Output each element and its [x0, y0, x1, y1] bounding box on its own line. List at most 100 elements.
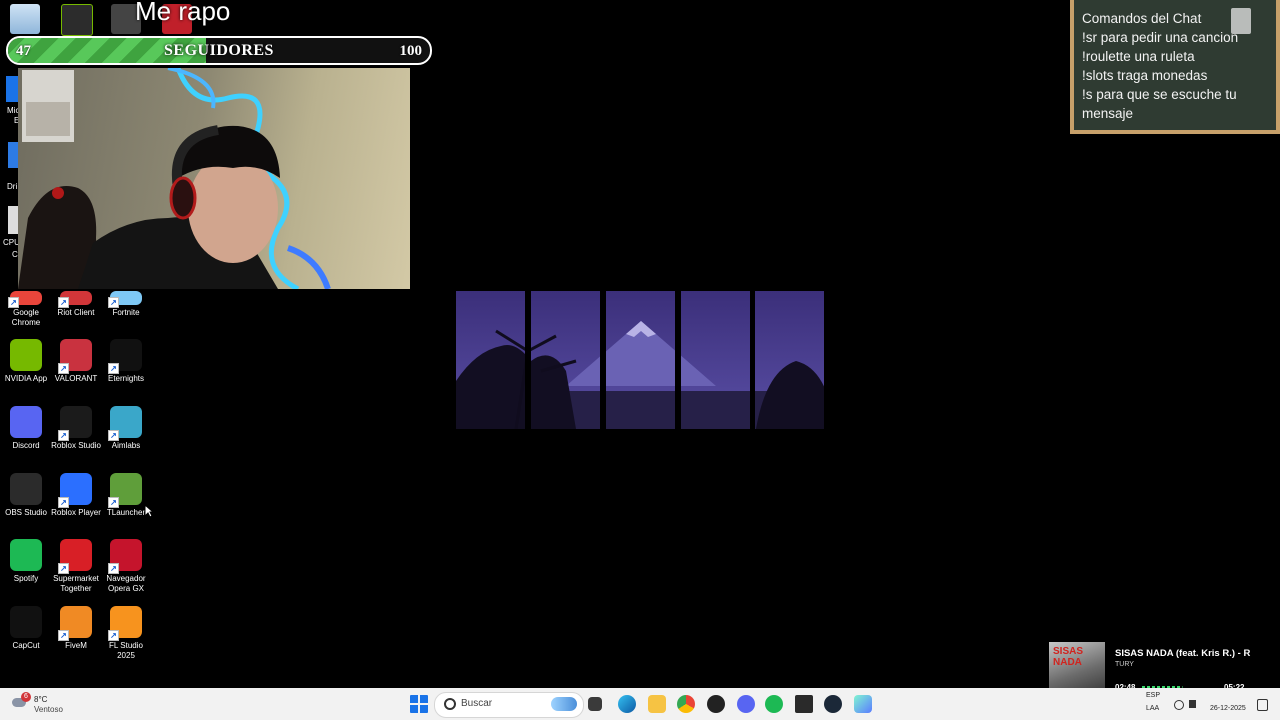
streamlabs-icon[interactable] [854, 695, 872, 713]
desktop-icon-aimlabs[interactable]: ↗ Aimlabs [100, 406, 152, 451]
desktop-icon-chrome[interactable]: ↗ Google Chrome [0, 289, 52, 328]
song-artist: TURY [1115, 661, 1134, 668]
volume-icon[interactable] [1189, 700, 1196, 708]
chat-command-s: !s para que se escuche tu [1082, 87, 1237, 102]
file-manager-icon[interactable] [588, 697, 602, 711]
desktop-icon-roblox[interactable]: ↗ Roblox Player [50, 473, 102, 518]
weather-badge: 6 [21, 692, 31, 702]
epic-games-icon: ↗ [108, 339, 142, 374]
discord-taskbar-icon[interactable] [737, 695, 755, 713]
windows-start-icon[interactable] [410, 695, 428, 713]
desktop-icon-fortnite[interactable]: ↗ Fortnite [100, 289, 152, 318]
shortcut-arrow-icon: ↗ [108, 297, 119, 308]
desktop-icon-label: Google Chrome [11, 308, 41, 327]
nvidia-top-icon[interactable] [61, 4, 93, 36]
network-icon[interactable] [1174, 700, 1184, 710]
partial-label-3: Dri [7, 182, 18, 191]
song-title: SISAS NADA (feat. Kris R.) - R [1115, 648, 1251, 659]
desktop-icon-epic-games[interactable]: ↗ Eternights [100, 339, 152, 384]
shortcut-arrow-icon: ↗ [58, 497, 69, 508]
shortcut-arrow-icon: ↗ [108, 630, 119, 641]
desktop-icon-supermarket-together[interactable]: ↗ Supermarket Together [50, 539, 102, 594]
desktop-icon-valorant[interactable]: ↗ VALORANT [50, 339, 102, 384]
chat-command-s-cont: mensaje [1082, 106, 1134, 121]
desktop-icon-discord[interactable]: Discord [0, 406, 52, 451]
calendar-grid [26, 102, 70, 136]
shortcut-arrow-icon: ↗ [108, 497, 119, 508]
partial-left-icons: Mic E Dri CPU C [0, 70, 20, 270]
wallpaper-panel [531, 291, 600, 429]
edge-icon[interactable] [618, 695, 636, 713]
shortcut-arrow-icon: ↗ [58, 630, 69, 641]
desktop-icon-label: CapCut [12, 641, 40, 650]
desktop-icon-obs[interactable]: OBS Studio [0, 473, 52, 518]
desktop-icon-riot[interactable]: ↗ Riot Client [50, 289, 102, 318]
steam-icon[interactable] [824, 695, 842, 713]
capcut-icon [10, 606, 42, 638]
fl-studio-icon: ↗ [108, 606, 142, 641]
minecraft-grass-icon: ↗ [108, 473, 142, 508]
shortcut-arrow-icon: ↗ [58, 430, 69, 441]
wallpaper-panel [456, 291, 525, 429]
riot-icon: ↗ [58, 291, 92, 308]
desktop-icon-label: FL Studio 2025 [109, 641, 143, 660]
shortcut-arrow-icon: ↗ [108, 563, 119, 574]
folder-icon[interactable] [648, 695, 666, 713]
shortcut-arrow-icon: ↗ [58, 563, 69, 574]
valorant-icon: ↗ [58, 339, 92, 374]
epic-games-taskbar-icon[interactable] [795, 695, 813, 713]
tray-lang-top[interactable]: ESP [1146, 692, 1160, 699]
desktop-icon-label: Spotify [13, 574, 39, 583]
weather-condition: Ventoso [34, 705, 63, 714]
desktop-icon-capcut[interactable]: CapCut [0, 606, 52, 651]
desktop-icon-label: OBS Studio [5, 508, 47, 517]
taskbar-search[interactable]: Buscar [434, 692, 584, 718]
spotify-taskbar-icon[interactable] [765, 695, 783, 713]
nvidia-icon [10, 339, 42, 371]
search-placeholder: Buscar [461, 698, 493, 709]
github-desktop-icon[interactable] [707, 695, 725, 713]
chat-command-slots: !slots traga monedas [1082, 68, 1208, 83]
search-icon [444, 698, 456, 710]
desktop-icon-label: Roblox Studio [51, 441, 101, 450]
discord-icon [10, 406, 42, 438]
taskbar: 6 8°C Ventoso Buscar ESP LAA 26-12-2025 [0, 688, 1280, 720]
roblox-studio-icon: ↗ [58, 406, 92, 441]
desktop-icon-nvidia[interactable]: NVIDIA App [0, 339, 52, 384]
chat-command-roulette: !roulette una ruleta [1082, 49, 1195, 64]
desktop-icon-label: Riot Client [57, 308, 95, 317]
notifications-icon[interactable] [1257, 699, 1268, 711]
weather-widget[interactable]: 6 8°C Ventoso [10, 691, 80, 717]
desktop-icon-spotify[interactable]: Spotify [0, 539, 52, 584]
desktop-icon-label: NVIDIA App [4, 374, 48, 383]
follower-label: SEGUIDORES [164, 42, 274, 59]
tray-lang-bottom[interactable]: LAA [1146, 705, 1159, 712]
recycle-bin-icon[interactable] [10, 4, 40, 34]
shortcut-arrow-icon: ↗ [58, 363, 69, 374]
fivem-icon: ↗ [58, 606, 92, 641]
desktop-icon-fivem[interactable]: ↗ FiveM [50, 606, 102, 651]
chrome-taskbar-icon[interactable] [677, 695, 695, 713]
chrome-icon: ↗ [8, 291, 42, 308]
shortcut-arrow-icon: ↗ [108, 363, 119, 374]
opera-gx-icon: ↗ [108, 539, 142, 574]
desktop-icon-fl-studio[interactable]: ↗ FL Studio 2025 [100, 606, 152, 661]
wallpaper-panel [755, 291, 824, 429]
shortcut-arrow-icon: ↗ [8, 297, 19, 308]
spotify-icon [10, 539, 42, 571]
shortcut-arrow-icon: ↗ [108, 430, 119, 441]
aimlabs-icon: ↗ [108, 406, 142, 441]
roblox-icon: ↗ [58, 473, 92, 508]
desktop-icon-label: Supermarket Together [53, 574, 99, 593]
supermarket-together-icon: ↗ [58, 539, 92, 574]
webcam-feed [18, 68, 410, 289]
album-cover-text: SISAS NADA [1053, 646, 1084, 668]
follower-goal-bar: 47 SEGUIDORES 100 [6, 36, 432, 65]
document-icon[interactable] [1231, 8, 1251, 34]
desktop-icon-opera-gx[interactable]: ↗ Navegador Opera GX [100, 539, 152, 594]
desktop-icon-label: FiveM [65, 641, 87, 650]
mouse-cursor-icon [144, 504, 154, 518]
desktop-icon-roblox-studio[interactable]: ↗ Roblox Studio [50, 406, 102, 451]
clock-date[interactable]: 26-12-2025 [1210, 705, 1246, 712]
search-highlight-icon [551, 697, 577, 711]
